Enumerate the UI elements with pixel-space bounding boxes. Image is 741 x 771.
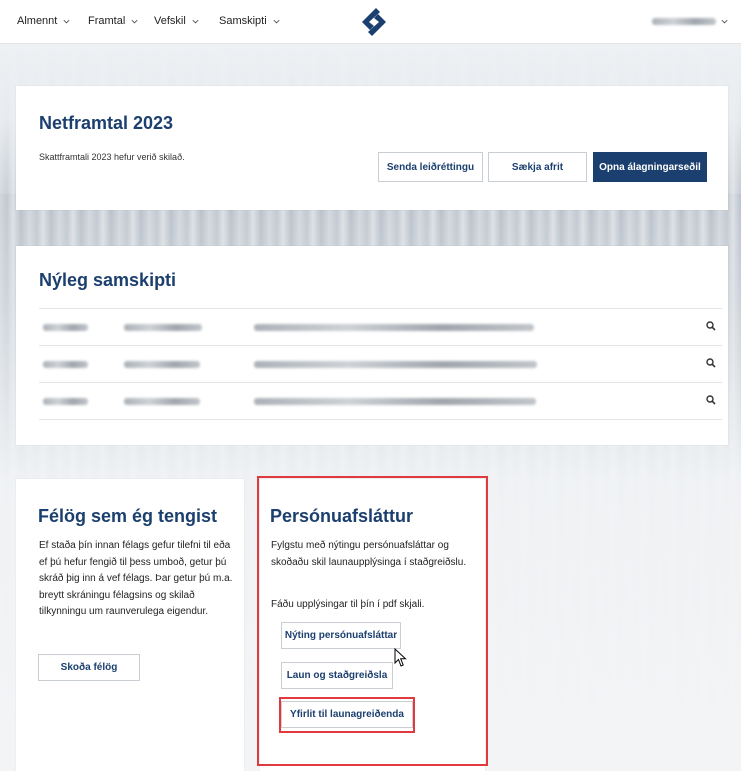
table-row[interactable] <box>39 383 722 419</box>
nav-vefskil[interactable]: Vefskil <box>154 15 200 27</box>
nav-samskipti-label: Samskipti <box>219 15 267 27</box>
redacted-subject <box>254 398 536 405</box>
opna-alagningarsedil-button[interactable]: Opna álagningarseðil <box>593 152 707 182</box>
skoda-felog-button[interactable]: Skoða félög <box>38 654 140 681</box>
redacted-date <box>43 361 88 368</box>
search-icon[interactable] <box>706 321 716 331</box>
chevron-down-icon <box>721 19 728 24</box>
chevron-down-icon <box>273 19 280 23</box>
chevron-down-icon <box>63 19 70 23</box>
senda-leidrettingu-button[interactable]: Senda leiðréttingu <box>378 152 483 182</box>
row-divider <box>39 419 722 420</box>
search-icon[interactable] <box>706 358 716 368</box>
felog-card: Félög sem ég tengist Ef staða þín innan … <box>16 479 244 771</box>
redacted-subject <box>254 361 537 368</box>
nav-almennt-label: Almennt <box>17 15 58 27</box>
netframtal-status: Skattframtali 2023 hefur verið skilað. <box>39 152 185 162</box>
personuafslattur-description: Fylgstu með nýtingu persónuafsláttar og … <box>271 540 467 568</box>
top-navigation: Almennt Framtal Vefskil Samskipti <box>0 0 741 44</box>
laun-og-stadgreidsla-button[interactable]: Laun og staðgreiðsla <box>281 662 393 689</box>
chevron-down-icon <box>131 19 138 23</box>
redacted-sender <box>124 324 202 331</box>
nav-framtal[interactable]: Framtal <box>88 15 139 27</box>
nav-framtal-label: Framtal <box>88 15 126 27</box>
logo-icon[interactable] <box>354 6 394 38</box>
personuafslattur-title: Persónuafsláttur <box>270 506 414 526</box>
redacted-sender <box>124 361 200 368</box>
mouse-cursor-icon <box>394 648 407 667</box>
felog-description: Ef staða þín innan félags gefur tilefni … <box>39 540 233 617</box>
nyleg-samskipti-card: Nýleg samskipti <box>16 246 728 445</box>
samskipti-title: Nýleg samskipti <box>39 270 177 290</box>
redacted-subject <box>254 324 534 331</box>
nav-samskipti[interactable]: Samskipti <box>219 15 281 27</box>
table-row[interactable] <box>39 346 722 382</box>
redacted-date <box>43 324 88 331</box>
nav-almennt[interactable]: Almennt <box>17 15 71 27</box>
netframtal-title: Netframtal 2023 <box>39 113 174 133</box>
felog-title: Félög sem ég tengist <box>38 506 218 526</box>
table-row[interactable] <box>39 309 722 345</box>
redacted-sender <box>124 398 200 405</box>
personuafslattur-card: Persónuafsláttur Fylgstu með nýtingu per… <box>260 479 485 771</box>
nyting-personuafslattar-button[interactable]: Nýting persónuafsláttar <box>281 622 401 649</box>
nav-vefskil-label: Vefskil <box>154 15 186 27</box>
saekja-afrit-button[interactable]: Sækja afrit <box>488 152 587 182</box>
yfirlit-til-launagreidenda-button[interactable]: Yfirlit til launagreiðenda <box>281 701 413 728</box>
user-name-redacted <box>652 18 716 25</box>
chevron-down-icon <box>192 19 199 23</box>
search-icon[interactable] <box>706 395 716 405</box>
personuafslattur-pdf-info: Fáðu upplýsingar til þín í pdf skjali. <box>271 599 425 610</box>
redacted-date <box>43 398 88 405</box>
user-menu[interactable] <box>652 17 729 26</box>
netframtal-card: Netframtal 2023 Skattframtali 2023 hefur… <box>16 86 728 210</box>
